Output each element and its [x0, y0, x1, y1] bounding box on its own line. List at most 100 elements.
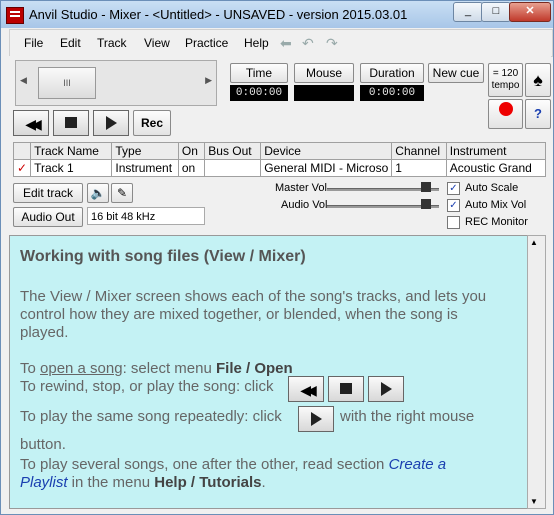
audio-vol-thumb[interactable] [421, 199, 431, 209]
track-channel-cell[interactable]: 1 [391, 159, 447, 177]
play-button[interactable] [93, 110, 129, 136]
menu-edit[interactable]: Edit [60, 36, 81, 50]
stop-icon [65, 117, 77, 128]
mouse-display [294, 85, 354, 101]
scroll-down-icon[interactable]: ▼ [530, 497, 538, 506]
audio-out-button[interactable]: Audio Out [13, 207, 83, 227]
window-title: Anvil Studio - Mixer - <Untitled> - UNSA… [29, 7, 408, 22]
auto-scale-label: Auto Scale [465, 182, 519, 194]
help-playlist-line: To play several songs, one after the oth… [20, 456, 446, 473]
help-icon[interactable]: ? [525, 99, 551, 129]
mouse-button[interactable]: Mouse [294, 63, 354, 83]
slider-right-arrow-icon[interactable]: ▶ [205, 75, 212, 86]
help-tutorials-label: Help / Tutorials [154, 474, 262, 491]
track-table-header: Track Name Type On Bus Out Device Channe… [12, 142, 547, 160]
header-channel[interactable]: Channel [391, 142, 447, 160]
track-instrument-cell[interactable]: Acoustic Grand [445, 159, 547, 177]
menu-file[interactable]: File [24, 36, 43, 50]
menu-track[interactable]: Track [97, 36, 127, 50]
help-open-line: To open a song: select menu File / Open [20, 360, 293, 377]
track-type-cell[interactable]: Instrument [111, 159, 179, 177]
rec-monitor-label: REC Monitor [465, 216, 528, 228]
stop-button[interactable] [53, 110, 89, 136]
open-line-middle: : select menu [122, 360, 216, 377]
app-window: Anvil Studio - Mixer - <Untitled> - UNSA… [0, 0, 554, 515]
tempo-button[interactable]: = 120 tempo [488, 63, 523, 97]
help-stop-icon [328, 376, 364, 402]
tutorials-line-end: . [261, 474, 266, 491]
help-tutorials-line: Playlist in the menu Help / Tutorials. [20, 474, 266, 491]
undo-icon[interactable]: ↶ [302, 35, 314, 52]
help-play-icon [368, 376, 404, 402]
rec-monitor-checkbox[interactable] [447, 216, 460, 229]
help-repeat-line: To play the same song repeatedly: click [20, 408, 282, 425]
rewind-button[interactable]: ◀◀ [13, 110, 49, 136]
tempo-label: = 120 tempo [491, 68, 520, 91]
new-cue-button[interactable]: New cue [428, 63, 484, 83]
close-button[interactable]: ✕ [509, 2, 551, 22]
menu-view[interactable]: View [144, 36, 170, 50]
header-on[interactable]: On [177, 142, 206, 160]
track-name-cell[interactable]: Track 1 [30, 159, 113, 177]
auto-mix-vol-label: Auto Mix Vol [465, 199, 527, 211]
app-icon [6, 7, 24, 24]
duration-button[interactable]: Duration [360, 63, 424, 83]
play-icon [105, 116, 117, 130]
speaker-icon[interactable]: 🔈 [87, 183, 109, 203]
master-vol-thumb[interactable] [421, 182, 431, 192]
header-bus-out[interactable]: Bus Out [204, 142, 262, 160]
scroll-up-icon[interactable]: ▲ [530, 238, 538, 247]
help-paragraph-line2: control how they are mixed together, or … [20, 306, 458, 323]
rewind-icon: ◀◀ [25, 116, 41, 132]
duration-display: 0:00:00 [360, 85, 424, 101]
menu-help[interactable]: Help [244, 36, 269, 50]
edit-track-button[interactable]: Edit track [13, 183, 83, 203]
create-playlist-link[interactable]: Create a [389, 456, 447, 473]
audio-vol-label: Audio Vol [281, 199, 328, 211]
track-bus-cell[interactable] [204, 159, 262, 177]
header-select [12, 142, 32, 160]
slider-thumb[interactable]: III [38, 67, 96, 99]
header-type[interactable]: Type [111, 142, 179, 160]
redo-icon[interactable]: ↷ [326, 35, 338, 52]
track-table: Track Name Type On Bus Out Device Channe… [12, 142, 547, 177]
tutorials-line-middle: in the menu [67, 474, 155, 491]
song-position-slider[interactable]: III ◀ ▶ [15, 60, 217, 106]
pencil-icon[interactable]: ✎ [111, 183, 133, 203]
mixer-panel: III ◀ ▶ Time 0:00:00 Mouse Duration 0:00… [9, 56, 551, 234]
time-button[interactable]: Time [230, 63, 288, 83]
time-display: 0:00:00 [230, 85, 288, 101]
help-paragraph-line3: played. [20, 324, 69, 341]
open-song-link[interactable]: open a song [40, 360, 123, 377]
maximize-button[interactable]: □ [481, 2, 511, 22]
track-on-cell[interactable]: on [177, 159, 206, 177]
menu-bar: File Edit Track View Practice Help ⬅ ↶ ↷ [9, 29, 553, 57]
playlist-link[interactable]: Playlist [20, 474, 68, 491]
minimize-button[interactable]: _ [453, 2, 483, 22]
help-button-line: button. [20, 436, 66, 453]
track-device-cell[interactable]: General MIDI - Microso [260, 159, 393, 177]
help-rewind-icon: ◀◀ [288, 376, 324, 402]
help-repeat-play-icon [298, 406, 334, 432]
header-instrument[interactable]: Instrument [445, 142, 547, 160]
help-scrollbar[interactable]: ▲ ▼ [527, 235, 546, 509]
open-line-prefix: To [20, 360, 41, 377]
help-transport-line: To rewind, stop, or play the song: click [20, 378, 274, 395]
header-track-name[interactable]: Track Name [30, 142, 113, 160]
master-vol-label: Master Vol [275, 182, 327, 194]
rec-button[interactable]: Rec [133, 110, 171, 136]
table-row[interactable]: ✓ Track 1 Instrument on General MIDI - M… [12, 159, 547, 177]
slider-left-arrow-icon[interactable]: ◀ [20, 75, 27, 86]
metronome-icon[interactable]: ♠ [525, 63, 551, 97]
header-device[interactable]: Device [260, 142, 393, 160]
help-heading: Working with song files (View / Mixer) [20, 248, 306, 265]
record-keyboard-icon[interactable] [488, 99, 523, 129]
file-open-label: File / Open [215, 360, 293, 377]
auto-mix-vol-checkbox[interactable]: ✓ [447, 199, 460, 212]
track-check[interactable]: ✓ [12, 159, 32, 177]
back-arrow-icon[interactable]: ⬅ [280, 35, 292, 52]
auto-scale-checkbox[interactable]: ✓ [447, 182, 460, 195]
help-paragraph-line1: The View / Mixer screen shows each of th… [20, 288, 487, 305]
playlist-line-prefix: To play several songs, one after the oth… [20, 456, 389, 473]
menu-practice[interactable]: Practice [185, 36, 228, 50]
